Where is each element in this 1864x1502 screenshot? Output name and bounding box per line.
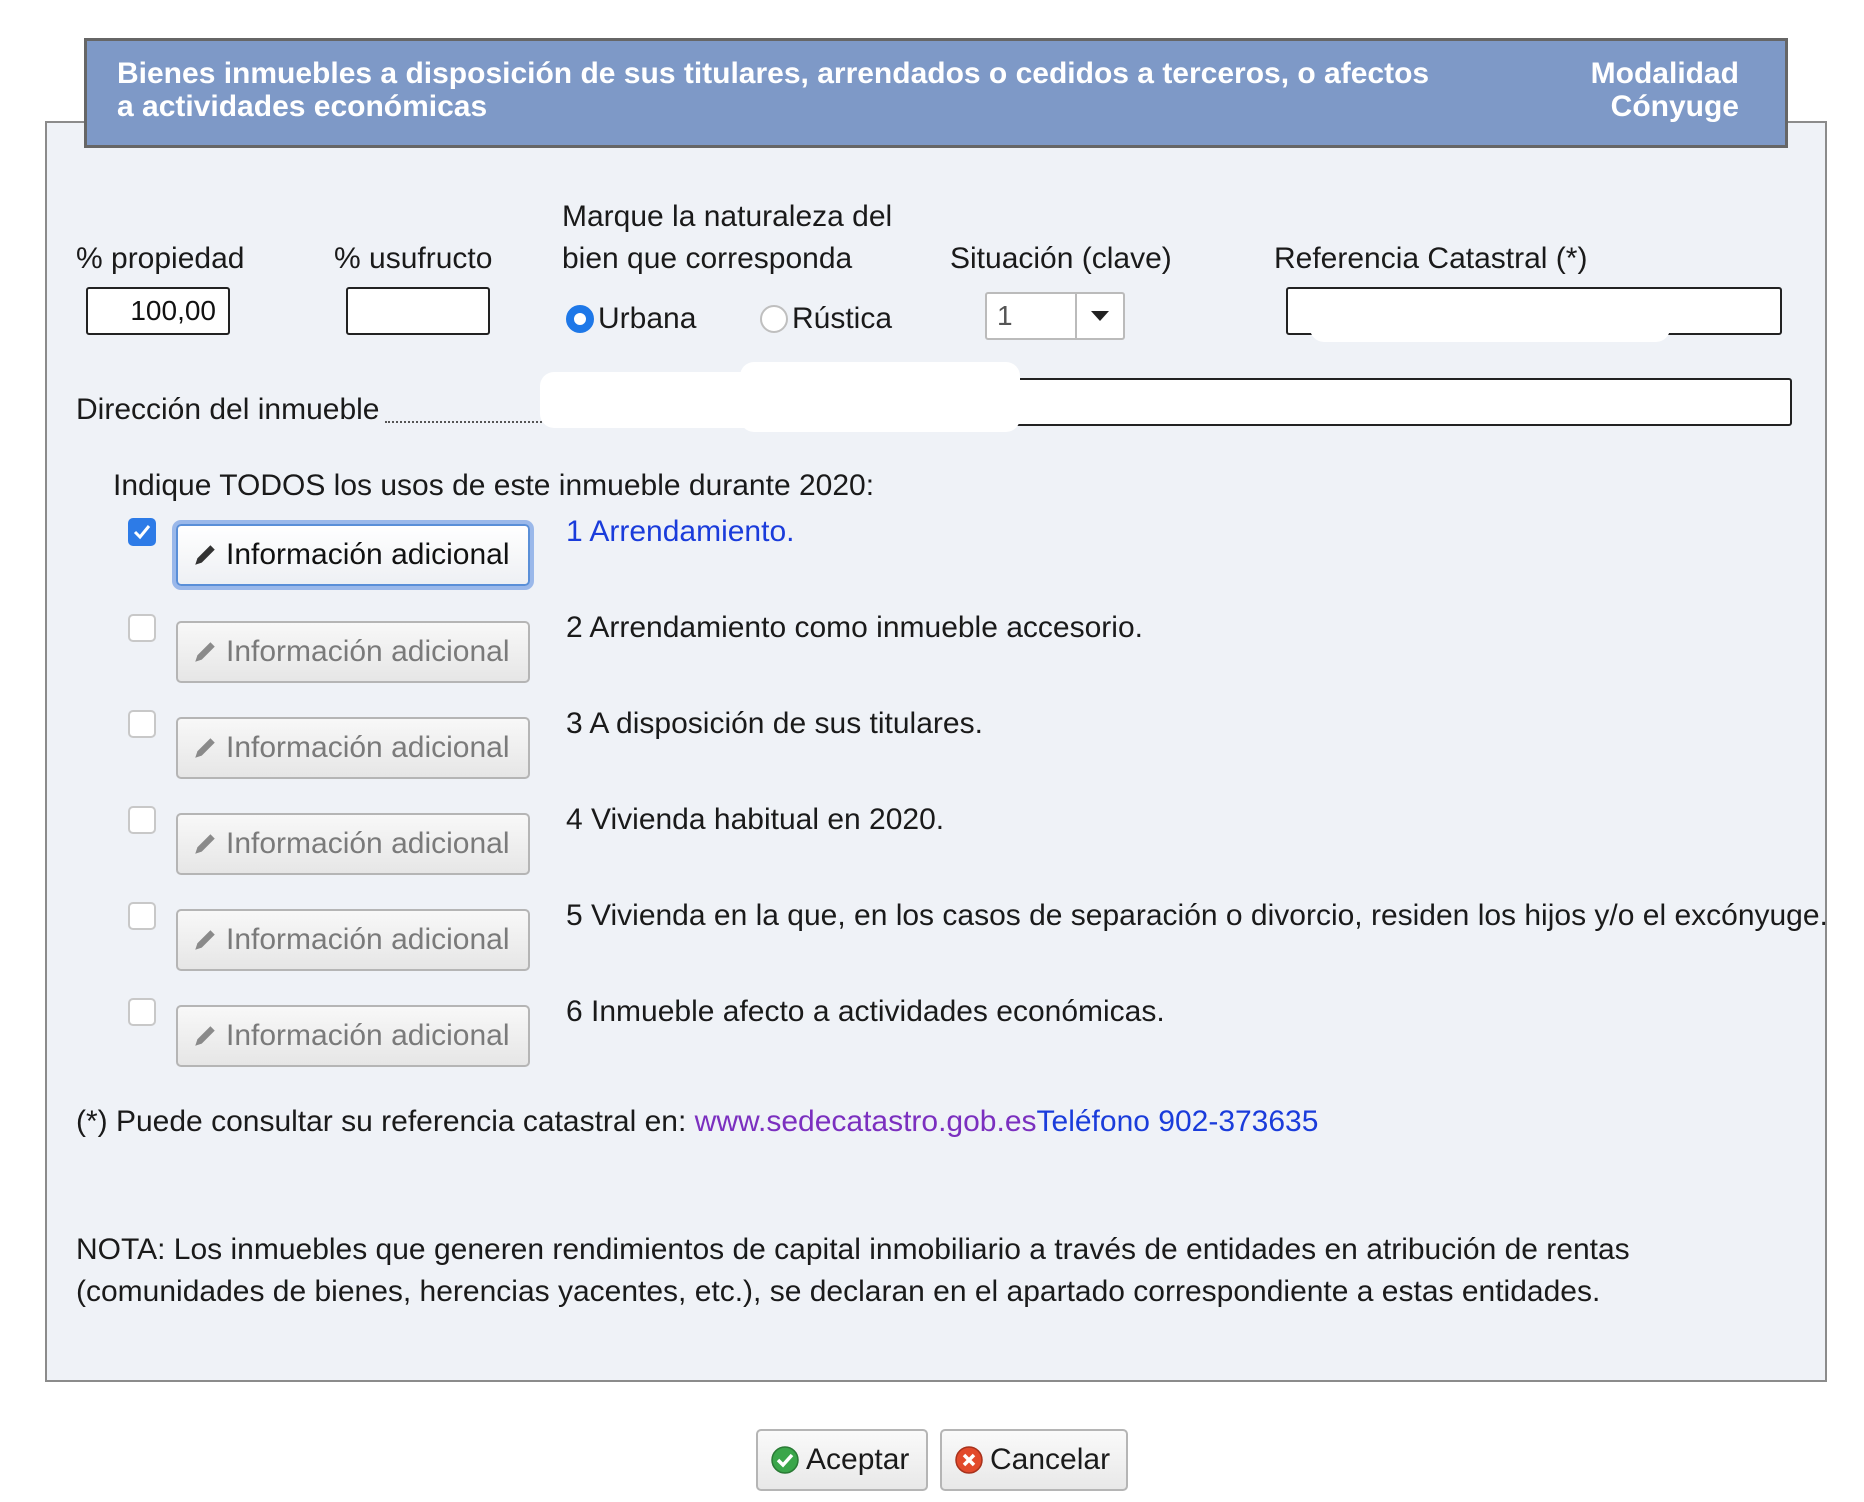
uso-label: 6 Inmueble afecto a actividades económic…	[566, 995, 1165, 1028]
accept-button[interactable]: Aceptar	[756, 1429, 928, 1491]
info-adicional-button[interactable]: Información adicional	[176, 524, 530, 586]
info-adicional-button[interactable]: Información adicional	[176, 717, 530, 779]
pencil-icon	[195, 642, 215, 662]
uso-label: 5 Vivienda en la que, en los casos de se…	[566, 899, 1828, 932]
section-header: Bienes inmuebles a disposición de sus ti…	[84, 38, 1788, 148]
modalidad-block: Modalidad Cónyuge	[1591, 57, 1739, 123]
urbana-label: Urbana	[598, 302, 697, 335]
rustica-radio[interactable]	[760, 305, 788, 333]
footnote: (*) Puede consultar su referencia catast…	[76, 1101, 1318, 1143]
uso-checkbox[interactable]	[128, 806, 156, 834]
uso-checkbox[interactable]	[128, 998, 156, 1026]
info-adicional-label: Información adicional	[226, 827, 510, 860]
uso-checkbox[interactable]	[128, 902, 156, 930]
uso-label: 2 Arrendamiento como inmueble accesorio.	[566, 611, 1143, 644]
catastro-link[interactable]: www.sedecatastro.gob.es	[695, 1105, 1037, 1138]
referencia-label: Referencia Catastral (*)	[1274, 242, 1588, 275]
uso-checkbox[interactable]	[128, 614, 156, 642]
urbana-radio[interactable]	[566, 305, 594, 333]
naturaleza-label-line2: bien que corresponda	[562, 242, 853, 275]
footnote-text: (*) Puede consultar su referencia catast…	[76, 1105, 695, 1138]
info-adicional-button[interactable]: Información adicional	[176, 909, 530, 971]
usufructo-label: % usufructo	[334, 242, 493, 275]
nota-line1: NOTA: Los inmuebles que generen rendimie…	[76, 1233, 1630, 1266]
redaction-mark	[1310, 306, 1670, 342]
usos-heading: Indique TODOS los usos de este inmueble …	[113, 469, 875, 502]
nota-line2: (comunidades de bienes, herencias yacent…	[76, 1275, 1601, 1308]
pencil-icon	[195, 545, 215, 565]
modalidad-label: Modalidad	[1590, 57, 1739, 90]
chevron-down-icon[interactable]	[1075, 294, 1123, 338]
uso-label: 3 A disposición de sus titulares.	[566, 707, 983, 740]
phone-link[interactable]: Teléfono 902-373635	[1037, 1105, 1319, 1138]
situacion-select[interactable]: 1	[985, 292, 1125, 340]
rustica-label: Rústica	[792, 302, 893, 335]
cancel-label: Cancelar	[990, 1443, 1111, 1476]
uso-checkbox[interactable]	[128, 710, 156, 738]
situacion-label: Situación (clave)	[950, 242, 1172, 275]
uso-checkbox[interactable]	[128, 518, 156, 546]
info-adicional-label: Información adicional	[226, 923, 510, 956]
uso-label: 4 Vivienda habitual en 2020.	[566, 803, 945, 836]
redaction-mark	[740, 362, 1020, 432]
propiedad-input[interactable]	[86, 287, 230, 335]
info-adicional-button[interactable]: Información adicional	[176, 1005, 530, 1067]
section-title: Bienes inmuebles a disposición de sus ti…	[117, 57, 1430, 123]
accept-label: Aceptar	[806, 1443, 910, 1476]
info-adicional-label: Información adicional	[226, 731, 510, 764]
info-adicional-button[interactable]: Información adicional	[176, 813, 530, 875]
cancel-button[interactable]: Cancelar	[940, 1429, 1128, 1491]
propiedad-label: % propiedad	[76, 242, 245, 275]
uso-label[interactable]: 1 Arrendamiento.	[566, 511, 794, 553]
info-adicional-label: Información adicional	[226, 1019, 510, 1052]
pencil-icon	[195, 738, 215, 758]
usufructo-input[interactable]	[346, 287, 490, 335]
pencil-icon	[195, 930, 215, 950]
situacion-value: 1	[997, 300, 1013, 331]
close-circle-icon	[955, 1446, 983, 1474]
info-adicional-label: Información adicional	[226, 538, 510, 571]
naturaleza-label-line1: Marque la naturaleza del	[562, 200, 893, 233]
direccion-label: Dirección del inmueble	[76, 393, 380, 426]
check-circle-icon	[771, 1446, 799, 1474]
modalidad-value: Cónyuge	[1610, 90, 1739, 123]
info-adicional-label: Información adicional	[226, 635, 510, 668]
info-adicional-button[interactable]: Información adicional	[176, 621, 530, 683]
pencil-icon	[195, 834, 215, 854]
pencil-icon	[195, 1026, 215, 1046]
